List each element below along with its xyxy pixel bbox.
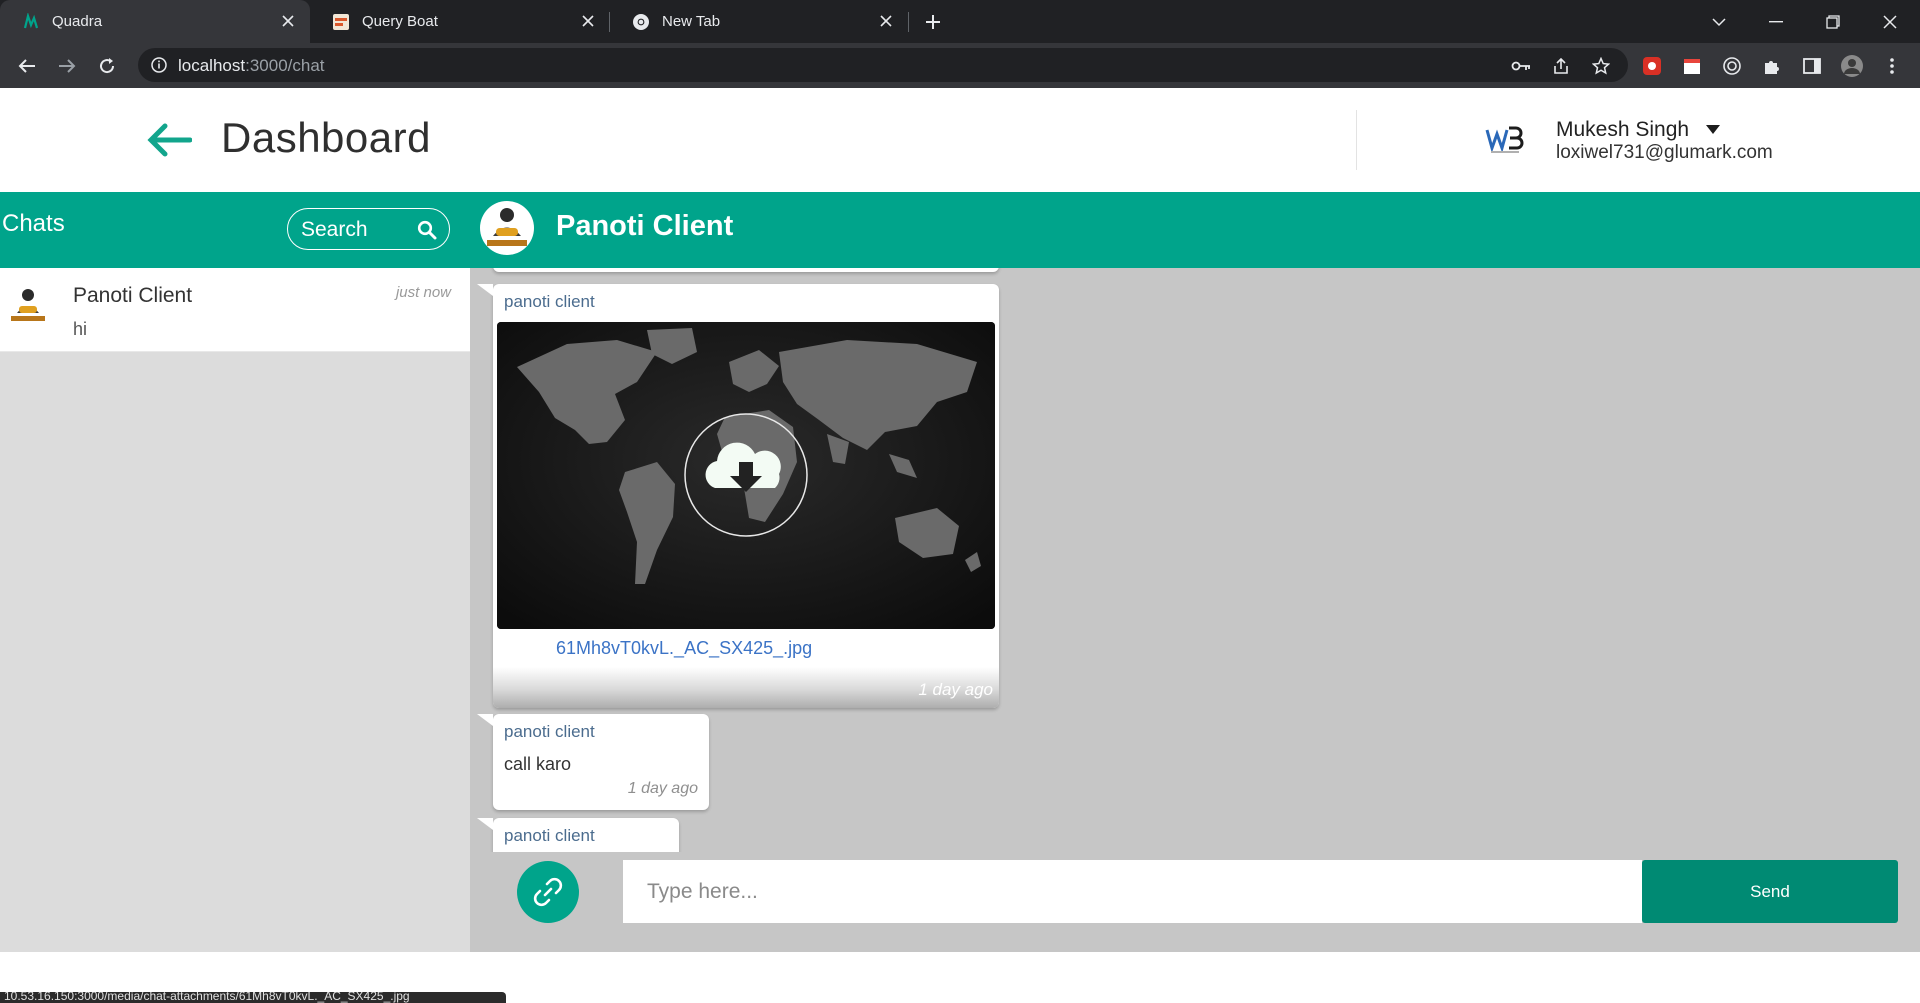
message-bubble: panoti client — [477, 818, 679, 852]
bubble-footer: 1 day ago — [493, 667, 999, 708]
extensions-puzzle-icon[interactable] — [1759, 53, 1785, 79]
site-info-icon[interactable] — [150, 56, 168, 74]
browser-tab-new-tab[interactable]: New Tab — [610, 0, 908, 43]
chat-sidebar: Chats Search Panoti Client just now hi — [0, 192, 470, 952]
browser-tabstrip: Quadra Query Boat New Tab — [0, 0, 1920, 43]
image-attachment[interactable] — [497, 322, 995, 629]
tab-separator — [908, 12, 909, 32]
search-icon[interactable] — [417, 220, 437, 240]
message-input[interactable] — [623, 860, 1642, 923]
chat-item-name: Panoti Client — [73, 284, 193, 307]
forward-icon[interactable] — [53, 52, 81, 80]
browser-tab-quadra[interactable]: Quadra — [0, 0, 310, 43]
close-window-icon[interactable] — [1876, 8, 1904, 36]
reload-icon[interactable] — [93, 52, 121, 80]
close-tab-icon[interactable] — [278, 11, 298, 31]
back-icon[interactable] — [13, 52, 41, 80]
extension-calendar-icon[interactable] — [1679, 53, 1705, 79]
chrome-menu-icon[interactable] — [1879, 53, 1905, 79]
new-tab-button[interactable] — [920, 9, 946, 35]
search-input[interactable]: Search — [287, 208, 450, 250]
attach-button[interactable] — [517, 861, 579, 923]
gaming-club-avatar — [5, 283, 51, 329]
message-time: 1 day ago — [627, 780, 698, 797]
tab-title: Query Boat — [362, 13, 438, 30]
query-boat-favicon-icon — [332, 13, 350, 31]
chrome-favicon-icon — [632, 13, 650, 31]
key-icon[interactable] — [1510, 55, 1532, 77]
message-composer: Send — [470, 852, 1920, 952]
restore-icon[interactable] — [1819, 8, 1847, 36]
message-sender: panoti client — [504, 292, 595, 311]
tab-title: New Tab — [662, 13, 721, 30]
browser-status-bar: 10.53.16.150:3000/media/chat-attachments… — [0, 992, 506, 1003]
side-panel-icon[interactable] — [1799, 53, 1825, 79]
bubble-tail — [477, 714, 493, 726]
profile-avatar-icon[interactable] — [1839, 53, 1865, 79]
link-icon — [531, 875, 565, 909]
search-placeholder: Search — [301, 218, 368, 241]
back-arrow-icon[interactable] — [146, 122, 192, 158]
message-bubble-clipped — [493, 268, 999, 272]
chat-item-time: just now — [395, 284, 451, 301]
tab-search-icon[interactable] — [1705, 8, 1733, 36]
chat-item-last-message: hi — [73, 319, 88, 339]
extension-target-icon[interactable] — [1719, 53, 1745, 79]
app-header: Dashboard Mukesh Singh loxiwel731@glumar… — [0, 88, 1920, 192]
world-map-image — [497, 322, 995, 629]
tab-title: Quadra — [52, 13, 103, 30]
url-host: localhost — [178, 56, 246, 75]
sidebar-header: Chats Search — [0, 192, 470, 268]
chat-panel: Panoti Client panoti client 61Mh8vT0kvL.… — [470, 192, 1920, 952]
brand-logo — [1485, 124, 1525, 156]
page-title: Dashboard — [221, 114, 431, 161]
user-email: loxiwel731@glumark.com — [1556, 142, 1773, 163]
bubble-tail — [477, 818, 493, 830]
bookmark-star-icon[interactable] — [1590, 55, 1612, 77]
browser-toolbar: localhost:3000/chat — [0, 43, 1920, 88]
gaming-club-avatar — [479, 200, 535, 256]
browser-tab-query-boat[interactable]: Query Boat — [310, 0, 610, 43]
message-text: call karo — [504, 754, 572, 774]
close-tab-icon[interactable] — [876, 11, 896, 31]
status-bar-url: 10.53.16.150:3000/media/chat-attachments… — [4, 992, 410, 1003]
extension-red-icon[interactable] — [1639, 53, 1665, 79]
attachment-filename-link[interactable]: 61Mh8vT0kvL._AC_SX425_.jpg — [556, 638, 812, 659]
share-icon[interactable] — [1550, 55, 1572, 77]
address-url: localhost:3000/chat — [178, 56, 325, 76]
quadra-favicon-icon — [22, 12, 40, 31]
message-time: 1 day ago — [918, 680, 993, 699]
message-list[interactable]: panoti client 61Mh8vT0kvL._AC_SX425_.jpg… — [470, 268, 1920, 852]
address-bar[interactable]: localhost:3000/chat — [138, 48, 1628, 82]
caret-down-icon[interactable] — [1706, 125, 1720, 135]
message-sender: panoti client — [504, 722, 595, 741]
sidebar-title: Chats — [2, 210, 65, 237]
send-button[interactable]: Send — [1642, 860, 1898, 923]
chat-list-item[interactable]: Panoti Client just now hi — [0, 268, 470, 352]
close-tab-icon[interactable] — [578, 11, 598, 31]
chat-header: Panoti Client — [470, 192, 1920, 268]
chat-title: Panoti Client — [556, 210, 734, 242]
bubble-tail — [477, 284, 493, 296]
message-sender: panoti client — [504, 826, 595, 845]
user-name[interactable]: Mukesh Singh — [1556, 118, 1689, 142]
message-bubble: panoti client call karo 1 day ago — [477, 714, 709, 810]
message-bubble: panoti client — [477, 284, 999, 708]
minimize-icon[interactable] — [1762, 8, 1790, 36]
header-divider — [1356, 110, 1357, 170]
url-path: :3000/chat — [245, 56, 325, 75]
